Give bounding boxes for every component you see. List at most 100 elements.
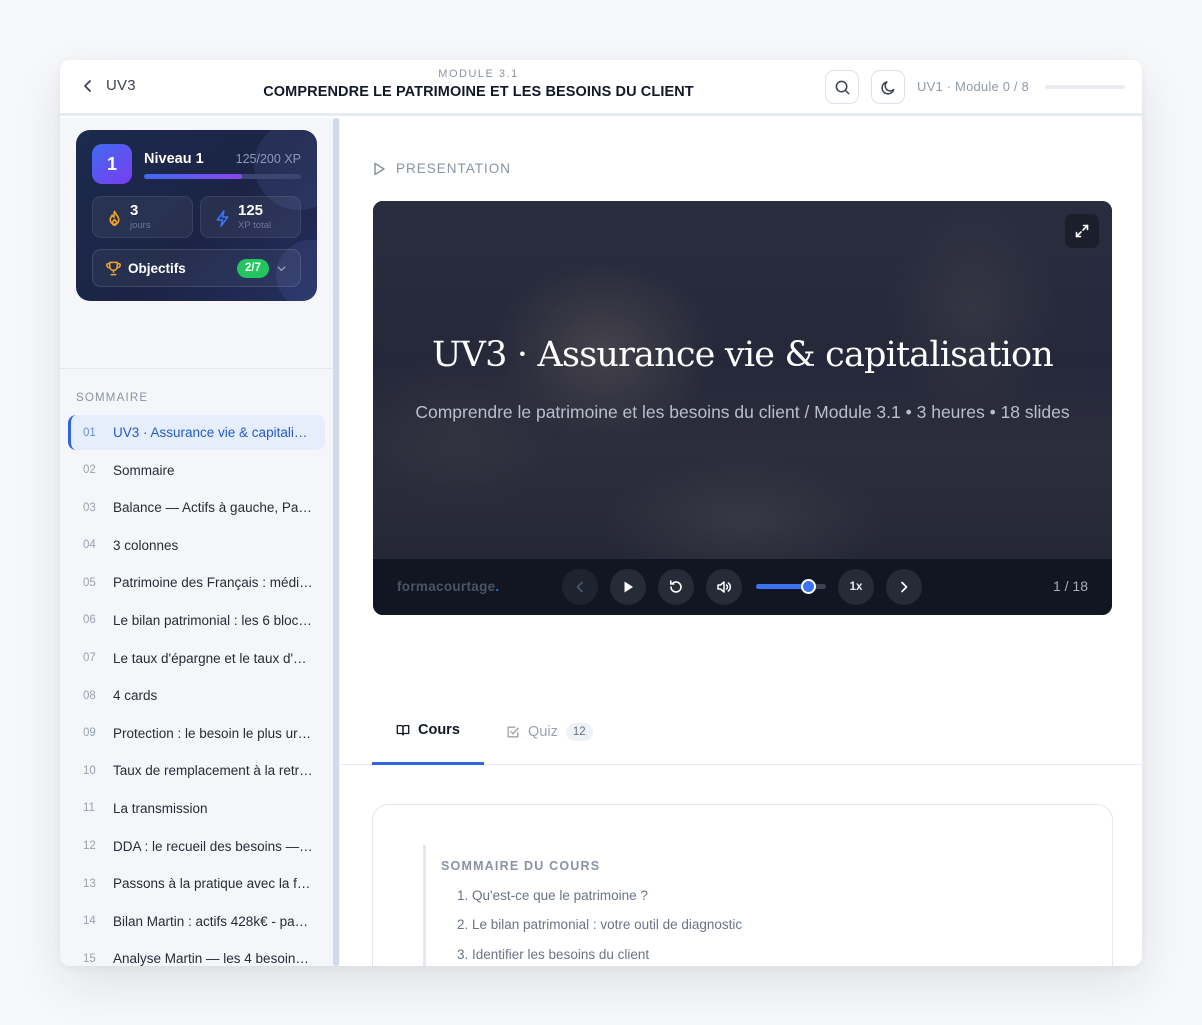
tab-quiz[interactable]: Quiz 12 [482, 698, 617, 765]
toc-item-number: 01 [83, 426, 96, 439]
level-badge: 1 [92, 144, 132, 184]
chevron-right-icon [901, 581, 908, 593]
flame-icon [109, 210, 120, 226]
app-window: UV3 MODULE 3.1 COMPRENDRE LE PATRIMOINE … [60, 60, 1142, 966]
objectives-dropdown[interactable]: Objectifs 2/7 [92, 249, 301, 287]
toc-item-label: Le taux d'épargne et le taux d'endetteme… [113, 650, 313, 666]
course-toc: SOMMAIRE DU COURS 1. Qu'est-ce que le pa… [423, 845, 1023, 966]
next-slide-button[interactable] [886, 569, 922, 605]
sidebar-divider [60, 368, 333, 369]
previous-slide-button[interactable] [562, 569, 598, 605]
toc-item-number: 10 [83, 764, 96, 777]
volume-icon [717, 581, 731, 593]
speed-button[interactable]: 1x [838, 569, 874, 605]
toc-item-label: UV3 · Assurance vie & capitalisation [113, 425, 313, 440]
toc-item[interactable]: 06 Le bilan patrimonial : les 6 blocs ess… [68, 603, 325, 638]
toc-item-label: Passons à la pratique avec la famille Ma… [113, 876, 313, 892]
toc-item-label: Analyse Martin — les 4 besoins prioritai… [113, 951, 313, 966]
toc-item-label: La transmission [113, 800, 208, 816]
toc-item-label: Protection : le besoin le plus urgent [113, 725, 313, 741]
toc-item-number: 02 [83, 464, 96, 477]
toc-item-label: Balance — Actifs à gauche, Passifs à dro… [113, 500, 313, 516]
volume-slider-handle[interactable] [800, 579, 816, 594]
streak-stat: 3 jours [92, 196, 193, 238]
replay-icon [670, 580, 682, 593]
toc-item[interactable]: 14 Bilan Martin : actifs 428k€ - passifs [68, 904, 325, 939]
moon-icon [880, 80, 894, 95]
search-icon [835, 80, 849, 94]
toc-item-number: 11 [83, 802, 95, 815]
chevron-left-icon [84, 79, 91, 92]
brand-name: formacourtage [397, 579, 496, 594]
streak-value: 3 [130, 202, 139, 219]
checkbox-icon [507, 726, 519, 737]
toc-item[interactable]: 12 DDA : le recueil des besoins — obligat… [68, 829, 325, 864]
toc-item-number: 15 [83, 952, 96, 965]
course-toc-item[interactable]: 3. Identifier les besoins du client [457, 947, 1023, 962]
objectives-label: Objectifs [128, 261, 186, 276]
top-header: UV3 MODULE 3.1 COMPRENDRE LE PATRIMOINE … [60, 60, 1142, 116]
toc-item[interactable]: 09 Protection : le besoin le plus urgent [68, 716, 325, 751]
module-progress-label: UV1 · Module 0 / 8 [917, 79, 1029, 94]
speed-label: 1x [849, 581, 863, 593]
volume-slider[interactable] [756, 579, 826, 594]
toc-item-number: 13 [83, 877, 96, 890]
toc-item[interactable]: 04 3 colonnes [68, 528, 325, 563]
module-kicker: MODULE 3.1 [438, 68, 519, 80]
toc-item-label: Sommaire [113, 462, 175, 478]
xp-progress-bar [144, 174, 301, 179]
level-name: Niveau 1 [144, 151, 204, 167]
module-title-block: MODULE 3.1 COMPRENDRE LE PATRIMOINE ET L… [240, 68, 717, 100]
book-icon [396, 724, 410, 736]
play-icon [624, 581, 633, 593]
course-content-card: SOMMAIRE DU COURS 1. Qu'est-ce que le pa… [372, 804, 1113, 966]
toc-item[interactable]: 10 Taux de remplacement à la retraite [68, 753, 325, 788]
toc-heading: SOMMAIRE [76, 392, 149, 404]
quiz-count-badge: 12 [565, 722, 593, 741]
toc-item-number: 14 [83, 915, 96, 928]
fullscreen-button[interactable] [1065, 214, 1099, 248]
content-tabs: Cours Quiz 12 [340, 698, 1142, 765]
course-toc-item[interactable]: 1. Qu'est-ce que le patrimoine ? [457, 888, 1023, 903]
play-outline-icon [374, 162, 385, 175]
toc-item[interactable]: 08 4 cards [68, 678, 325, 713]
chevron-down-icon [277, 266, 286, 272]
search-button[interactable] [825, 70, 859, 104]
toc-item[interactable]: 05 Patrimoine des Français : médiane et m… [68, 565, 325, 600]
course-toc-item[interactable]: 2. Le bilan patrimonial : votre outil de… [457, 917, 1023, 932]
expand-icon [1075, 224, 1089, 238]
brand-logo: formacourtage. [397, 579, 499, 594]
streak-label: jours [130, 220, 151, 231]
trophy-icon [106, 261, 121, 276]
course-toc-items: 1. Qu'est-ce que le patrimoine ? 2. Le bi… [441, 888, 1023, 967]
volume-button[interactable] [706, 569, 742, 605]
level-card: 1 Niveau 1 125/200 XP 3 jours 125 XP tot… [76, 130, 317, 301]
replay-button[interactable] [658, 569, 694, 605]
presentation-header: PRESENTATION [372, 161, 511, 176]
xp-total-stat: 125 XP total [200, 196, 301, 238]
toc-item-label: Le bilan patrimonial : les 6 blocs essen… [113, 612, 313, 628]
toc-item-number: 09 [83, 727, 96, 740]
level-xp: 125/200 XP [235, 152, 301, 166]
toc-item[interactable]: 15 Analyse Martin — les 4 besoins priorit… [68, 941, 325, 966]
play-button[interactable] [610, 569, 646, 605]
toc-item-number: 05 [83, 576, 96, 589]
toc-item[interactable]: 11 La transmission [68, 791, 325, 826]
toc-item[interactable]: 03 Balance — Actifs à gauche, Passifs à d… [68, 490, 325, 525]
toc-item[interactable]: 01 UV3 · Assurance vie & capitalisation [68, 415, 325, 450]
toc-item-number: 04 [83, 539, 96, 552]
toc-item[interactable]: 07 Le taux d'épargne et le taux d'endette… [68, 641, 325, 676]
player-controls: formacourtage. 1x 1 / 18 [373, 559, 1112, 615]
module-progress-bar [1045, 85, 1125, 89]
sidebar-scrollbar[interactable] [333, 118, 339, 966]
bolt-icon [216, 210, 229, 227]
toc-item-label: 4 cards [113, 688, 158, 704]
tab-cours[interactable]: Cours [372, 698, 484, 765]
toc-item[interactable]: 02 Sommaire [68, 453, 325, 488]
toc-item[interactable]: 13 Passons à la pratique avec la famille … [68, 866, 325, 901]
back-button[interactable]: UV3 [80, 77, 136, 94]
tab-cours-label: Cours [418, 722, 460, 738]
objectives-count-badge: 2/7 [237, 259, 269, 278]
back-label: UV3 [106, 77, 136, 94]
theme-toggle-button[interactable] [871, 70, 905, 104]
